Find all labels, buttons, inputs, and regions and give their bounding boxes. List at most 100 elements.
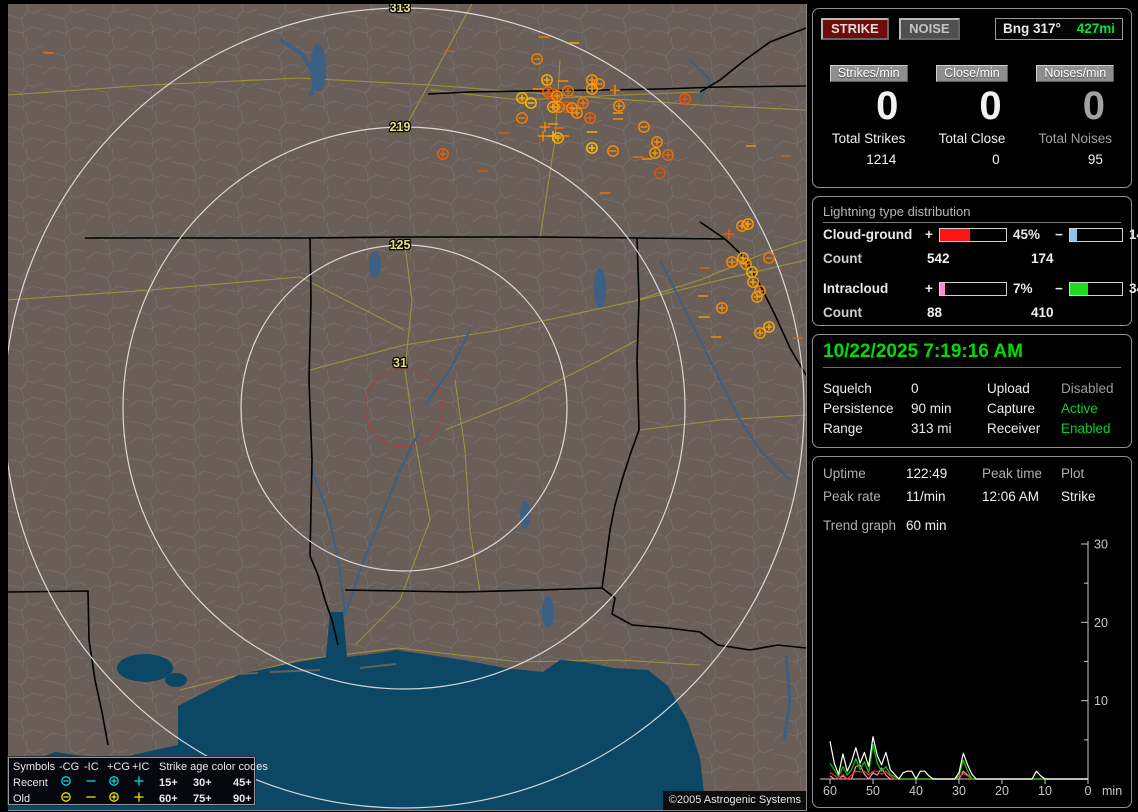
svg-text:10: 10	[1094, 694, 1108, 708]
persistence-value: 90 min	[911, 401, 952, 416]
intracloud-label: Intracloud	[823, 281, 889, 296]
noises-counter: Noises/min 0 Total Noises 95	[1024, 65, 1127, 167]
minus-sign: −	[1055, 281, 1063, 296]
receiver-value: Enabled	[1061, 421, 1111, 436]
trend-graph: 10 20 30 60 50 40 30 20 10 0 min	[820, 538, 1122, 798]
trend-row: Trend graph 60 min	[823, 518, 1125, 533]
range-label: Range	[823, 421, 863, 436]
count-label: Count	[823, 251, 862, 266]
legend-age-title: Strike age color codes	[159, 761, 268, 773]
session-panel: Uptime 122:49 Peak time Plot Peak rate 1…	[812, 456, 1132, 808]
svg-text:10: 10	[1038, 784, 1052, 798]
total-noises-value: 95	[1087, 152, 1103, 167]
svg-text:30: 30	[1094, 538, 1108, 552]
persistence-label: Persistence	[823, 401, 894, 416]
strikes-per-min-value: 0	[876, 84, 899, 128]
strike-mode-button[interactable]: STRIKE	[821, 18, 889, 40]
cg-negative-bar	[1069, 227, 1123, 242]
mode-button-row: STRIKE NOISE Bng 317° 427mi	[821, 18, 1123, 42]
legend-header-cgp: +CG	[107, 761, 130, 773]
old-ic-minus-icon	[84, 791, 107, 807]
trend-graph-label: Trend graph	[823, 518, 897, 533]
uptime-value: 122:49	[906, 466, 948, 481]
total-noises-label: Total Noises	[1038, 131, 1113, 146]
total-strikes-value: 1214	[866, 152, 897, 167]
svg-text:0: 0	[1085, 784, 1092, 798]
ic-negative-bar	[1069, 281, 1123, 296]
age-45: 45+	[233, 777, 252, 789]
plus-sign: +	[925, 281, 933, 296]
strike-legend: Symbols -CG -IC +CG +IC Strike age color…	[7, 756, 268, 807]
bearing-distance: 427mi	[1076, 21, 1115, 36]
svg-text:20: 20	[1094, 616, 1108, 630]
uptime-label: Uptime	[823, 466, 866, 481]
bearing-readout: Bng 317° 427mi	[995, 18, 1123, 40]
cg-positive-bar	[939, 227, 1007, 242]
squelch-value: 0	[911, 381, 919, 396]
recent-cg-minus-icon	[59, 775, 84, 791]
peak-rate-label: Peak rate	[823, 489, 881, 504]
close-per-min-value: 0	[979, 84, 1002, 128]
cg-positive-pct: 45%	[1013, 227, 1041, 242]
capture-label: Capture	[987, 401, 1036, 416]
ic-negative-pct: 34%	[1129, 281, 1138, 296]
distribution-panel: Lightning type distribution Cloud-ground…	[812, 196, 1138, 326]
plot-label: Plot	[1061, 466, 1085, 481]
svg-text:60: 60	[823, 784, 837, 798]
datetime-display: 10/22/2025 7:19:16 AM	[823, 341, 1121, 368]
plus-sign: +	[925, 227, 933, 242]
legend-row-old-label: Old	[13, 793, 31, 805]
svg-text:40: 40	[909, 784, 923, 798]
cloud-ground-label: Cloud-ground	[823, 227, 913, 242]
svg-text:313: 313	[390, 4, 411, 15]
close-counter: Close/min 0 Total Close 0	[920, 65, 1023, 167]
status-panel: 10/22/2025 7:19:16 AM Squelch 0 Upload D…	[812, 334, 1132, 448]
close-per-min-chip: Close/min	[936, 65, 1008, 82]
age-90: 90+	[233, 793, 252, 805]
cg-positive-count: 542	[927, 251, 950, 266]
old-cg-minus-icon	[59, 791, 84, 807]
upload-value: Disabled	[1061, 381, 1114, 396]
age-75: 75+	[193, 793, 212, 805]
squelch-label: Squelch	[823, 381, 872, 396]
legend-header-icn: -IC	[84, 761, 99, 773]
strikes-per-min-chip: Strikes/min	[829, 65, 908, 82]
ic-positive-bar	[939, 281, 1007, 296]
ic-negative-count: 410	[1031, 305, 1054, 320]
session-row-2: Peak rate 11/min 12:06 AM Strike	[823, 489, 1125, 504]
intracloud-row: Intracloud + 7% − 34%	[823, 281, 1138, 296]
peak-time-label: Peak time	[982, 466, 1043, 481]
old-ic-plus-icon	[132, 791, 159, 807]
radar-map[interactable]: 313 219 125 31 Symbols -CG -IC +CG +IC Stri…	[7, 4, 807, 811]
capture-value: Active	[1061, 401, 1098, 416]
copyright-note: ©2005 Astrogenic Systems	[662, 791, 806, 810]
legend-row-recent-label: Recent	[13, 777, 48, 789]
cloud-ground-row: Cloud-ground + 45% − 14%	[823, 227, 1138, 242]
svg-text:min: min	[1102, 784, 1122, 798]
ic-positive-pct: 7%	[1013, 281, 1033, 296]
cg-negative-pct: 14%	[1129, 227, 1138, 242]
legend-header-icp: +IC	[132, 761, 150, 773]
total-close-label: Total Close	[938, 131, 1006, 146]
session-row-1: Uptime 122:49 Peak time Plot	[823, 466, 1125, 481]
noises-per-min-value: 0	[1082, 84, 1105, 128]
age-30: 30+	[193, 777, 212, 789]
recent-ic-plus-icon	[132, 775, 159, 791]
svg-text:125: 125	[390, 238, 411, 252]
peak-time-value: 12:06 AM	[982, 489, 1040, 504]
legend-header-cgn: -CG	[59, 761, 80, 773]
trend-graph-value: 60 min	[906, 518, 947, 533]
svg-text:30: 30	[952, 784, 966, 798]
age-60: 60+	[159, 793, 178, 805]
svg-text:219: 219	[390, 120, 411, 134]
bearing-label: Bng 317°	[1003, 21, 1061, 36]
noise-mode-button[interactable]: NOISE	[899, 18, 960, 40]
sidebar: STRIKE NOISE Bng 317° 427mi Strikes/min …	[812, 8, 1138, 808]
strikes-counter: Strikes/min 0 Total Strikes 1214	[817, 65, 920, 167]
recent-ic-minus-icon	[84, 775, 107, 791]
ic-positive-count: 88	[927, 305, 943, 320]
svg-text:31: 31	[393, 356, 407, 370]
upload-label: Upload	[987, 381, 1030, 396]
status-row-1: Squelch 0 Upload Disabled	[823, 381, 1125, 396]
legend-header-symbols: Symbols	[13, 761, 56, 773]
